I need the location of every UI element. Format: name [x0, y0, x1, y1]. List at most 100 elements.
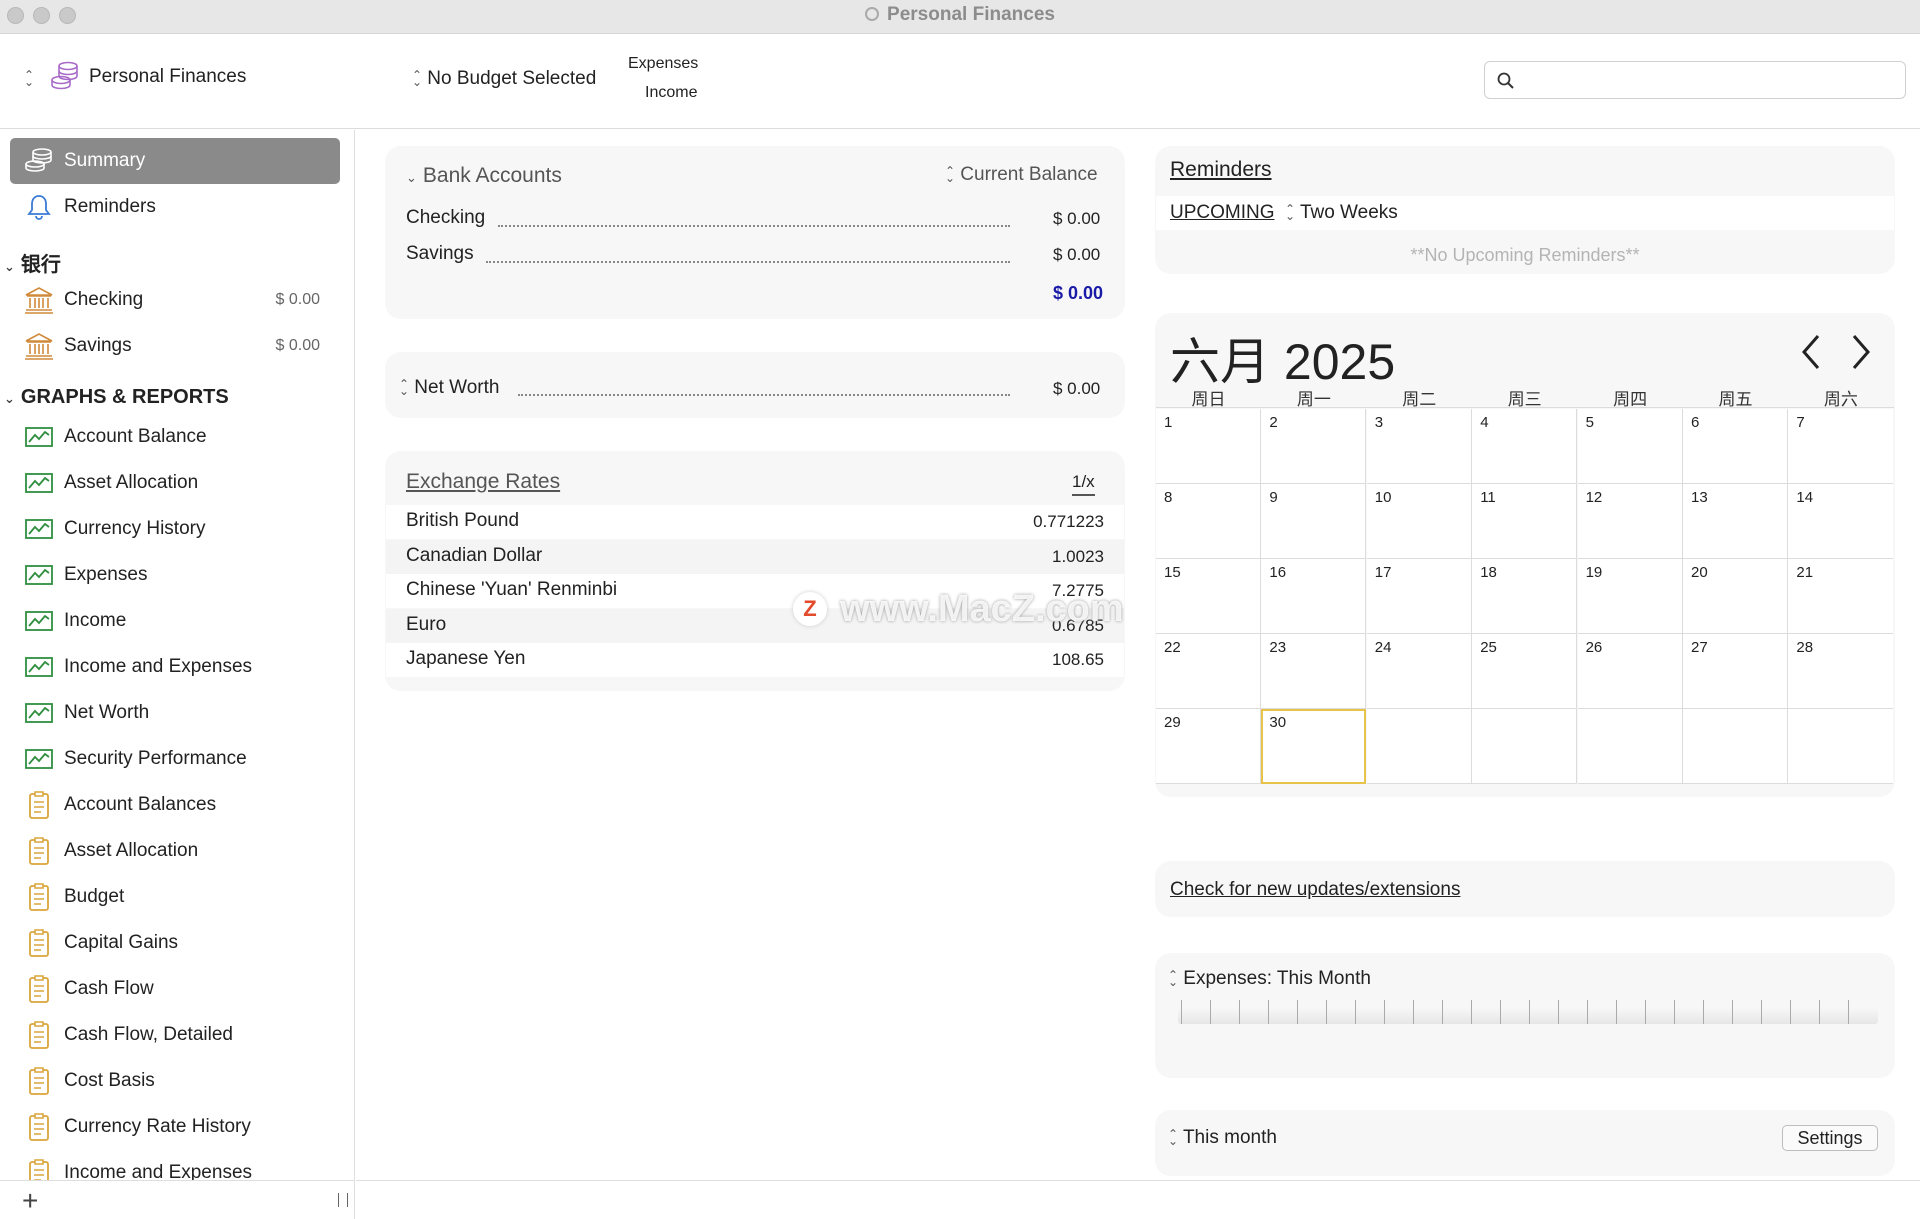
sidebar-item-graph[interactable]: Account Balance [10, 414, 340, 460]
calendar-day-cell[interactable]: 3 [1366, 409, 1472, 484]
exchange-rates-title[interactable]: Exchange Rates [406, 470, 560, 494]
calendar-day-cell[interactable]: 10 [1366, 484, 1472, 559]
calendar-day-number: 18 [1480, 564, 1497, 581]
sidebar-item-report[interactable]: Cash Flow [10, 966, 340, 1012]
sidebar-item-graph[interactable]: Currency History [10, 506, 340, 552]
check-updates-link[interactable]: Check for new updates/extensions [1170, 879, 1460, 901]
calendar-day-cell[interactable]: 23 [1261, 634, 1367, 709]
exchange-rate-row[interactable]: Japanese Yen 108.65 [386, 643, 1124, 677]
calendar-day-cell[interactable] [1577, 709, 1683, 784]
calendar-day-cell[interactable]: 25 [1472, 634, 1578, 709]
calendar-day-cell[interactable] [1472, 709, 1578, 784]
reminder-period-selector[interactable]: ⌃ ⌄ Two Weeks [1285, 202, 1398, 224]
sidebar-item-reminders[interactable]: Reminders [10, 184, 340, 230]
calendar-day-cell[interactable]: 21 [1788, 559, 1894, 634]
calendar-day-cell[interactable] [1683, 709, 1788, 784]
reminders-title[interactable]: Reminders [1170, 158, 1272, 182]
calendar-day-cell[interactable]: 26 [1577, 634, 1683, 709]
add-icon[interactable]: + [22, 1185, 38, 1217]
calendar-day-cell[interactable]: 29 [1156, 709, 1261, 784]
calendar-day-number: 6 [1691, 414, 1700, 431]
up-down-arrows-icon: ⌃ ⌄ [24, 67, 35, 89]
calendar-day-cell[interactable]: 19 [1577, 559, 1683, 634]
sidebar-item-report[interactable]: Income and Expenses [10, 1150, 340, 1180]
calendar-day-number: 27 [1691, 639, 1708, 656]
balance-column-selector[interactable]: ⌃ ⌄ Current Balance [945, 164, 1098, 186]
budget-selector[interactable]: ⌃ ⌄ No Budget Selected [412, 68, 596, 90]
clipboard-icon [24, 1021, 54, 1049]
sidebar-item-graph[interactable]: Income [10, 598, 340, 644]
search-input[interactable] [1525, 68, 1895, 92]
calendar-day-cell[interactable]: 1 [1156, 409, 1261, 484]
calendar-day-cell[interactable]: 20 [1683, 559, 1788, 634]
calendar-day-cell[interactable]: 14 [1788, 484, 1894, 559]
sidebar-item-report[interactable]: Currency Rate History [10, 1104, 340, 1150]
up-down-arrows-icon: ⌃ ⌄ [1168, 1126, 1179, 1148]
chevron-right-icon[interactable] [1850, 333, 1872, 371]
sidebar-item-checking[interactable]: Checking $ 0.00 [10, 277, 340, 323]
calendar-day-cell[interactable]: 27 [1683, 634, 1788, 709]
sidebar-item-summary[interactable]: Summary [10, 138, 340, 184]
sidebar-item-report[interactable]: Budget [10, 874, 340, 920]
sidebar-item-report[interactable]: Asset Allocation [10, 828, 340, 874]
calendar-day-cell[interactable]: 9 [1261, 484, 1367, 559]
net-worth-selector[interactable]: ⌃ ⌄ Net Worth [399, 377, 499, 399]
settings-button[interactable]: Settings [1782, 1125, 1878, 1151]
sidebar-item-savings[interactable]: Savings $ 0.00 [10, 323, 340, 369]
calendar-day-number: 30 [1269, 714, 1287, 731]
sidebar-item-report[interactable]: Capital Gains [10, 920, 340, 966]
bank-accounts-header[interactable]: ⌄ Bank Accounts [406, 164, 562, 188]
calendar-day-cell[interactable]: 6 [1683, 409, 1788, 484]
section-graphs-reports[interactable]: ⌄ GRAPHS & REPORTS [4, 386, 229, 409]
calendar-day-cell[interactable]: 17 [1366, 559, 1472, 634]
sidebar-item-graph[interactable]: Expenses [10, 552, 340, 598]
account-file-selector[interactable]: ⌃ ⌄ Personal Finances [24, 61, 246, 90]
resize-handle-icon[interactable] [338, 1193, 348, 1207]
calendar-day-cell[interactable]: 16 [1261, 559, 1367, 634]
calendar-day-cell[interactable] [1366, 709, 1472, 784]
calendar-day-cell[interactable]: 7 [1788, 409, 1894, 484]
sidebar-item-graph[interactable]: Income and Expenses [10, 644, 340, 690]
calendar-day-cell[interactable]: 22 [1156, 634, 1261, 709]
reciprocal-toggle[interactable]: 1/x [1072, 472, 1095, 496]
this-month-selector[interactable]: ⌃ ⌄ This month [1168, 1127, 1277, 1149]
calendar-day-cell[interactable]: 4 [1472, 409, 1578, 484]
bank-row-name[interactable]: Savings [406, 243, 474, 265]
sidebar-item-report[interactable]: Cash Flow, Detailed [10, 1012, 340, 1058]
section-bank[interactable]: ⌄ 银行 [4, 248, 61, 277]
calendar-day-cell[interactable]: 30 [1261, 709, 1367, 784]
chevron-left-icon[interactable] [1800, 333, 1822, 371]
calendar-day-cell[interactable]: 24 [1366, 634, 1472, 709]
calendar-day-cell[interactable]: 28 [1788, 634, 1894, 709]
calendar-day-cell[interactable]: 5 [1577, 409, 1683, 484]
income-toggle[interactable]: Income [645, 84, 697, 102]
sidebar-item-report[interactable]: Account Balances [10, 782, 340, 828]
calendar-day-cell[interactable]: 13 [1683, 484, 1788, 559]
expenses-period-selector[interactable]: ⌃ ⌄ Expenses: This Month [1168, 968, 1371, 990]
currency-name: Euro [406, 613, 447, 635]
exchange-rate-row[interactable]: British Pound 0.771223 [386, 505, 1124, 539]
search-field[interactable] [1484, 61, 1906, 99]
chart-icon [24, 745, 54, 773]
bank-row-name[interactable]: Checking [406, 207, 485, 229]
calendar-day-cell[interactable]: 18 [1472, 559, 1578, 634]
sidebar-item-report[interactable]: Cost Basis [10, 1058, 340, 1104]
calendar-day-cell[interactable] [1788, 709, 1894, 784]
track-tick [1210, 1000, 1211, 1024]
calendar-day-cell[interactable]: 11 [1472, 484, 1578, 559]
currency-name: British Pound [406, 510, 520, 531]
upcoming-tab[interactable]: UPCOMING [1170, 202, 1275, 224]
calendar-day-cell[interactable]: 12 [1577, 484, 1683, 559]
exchange-rate-row[interactable]: Canadian Dollar 1.0023 [386, 539, 1124, 574]
sidebar-item-graph[interactable]: Security Performance [10, 736, 340, 782]
calendar-day-number: 11 [1480, 489, 1496, 506]
sidebar-item-label: Capital Gains [64, 932, 179, 953]
calendar-day-cell[interactable]: 15 [1156, 559, 1261, 634]
expenses-toggle[interactable]: Expenses [628, 55, 698, 73]
calendar-day-cell[interactable]: 2 [1261, 409, 1367, 484]
clipboard-icon [24, 1159, 54, 1180]
sidebar-item-graph[interactable]: Asset Allocation [10, 460, 340, 506]
calendar-day-cell[interactable]: 8 [1156, 484, 1261, 559]
sidebar-item-graph[interactable]: Net Worth [10, 690, 340, 736]
chevron-down-icon: ⌄ [4, 391, 15, 406]
